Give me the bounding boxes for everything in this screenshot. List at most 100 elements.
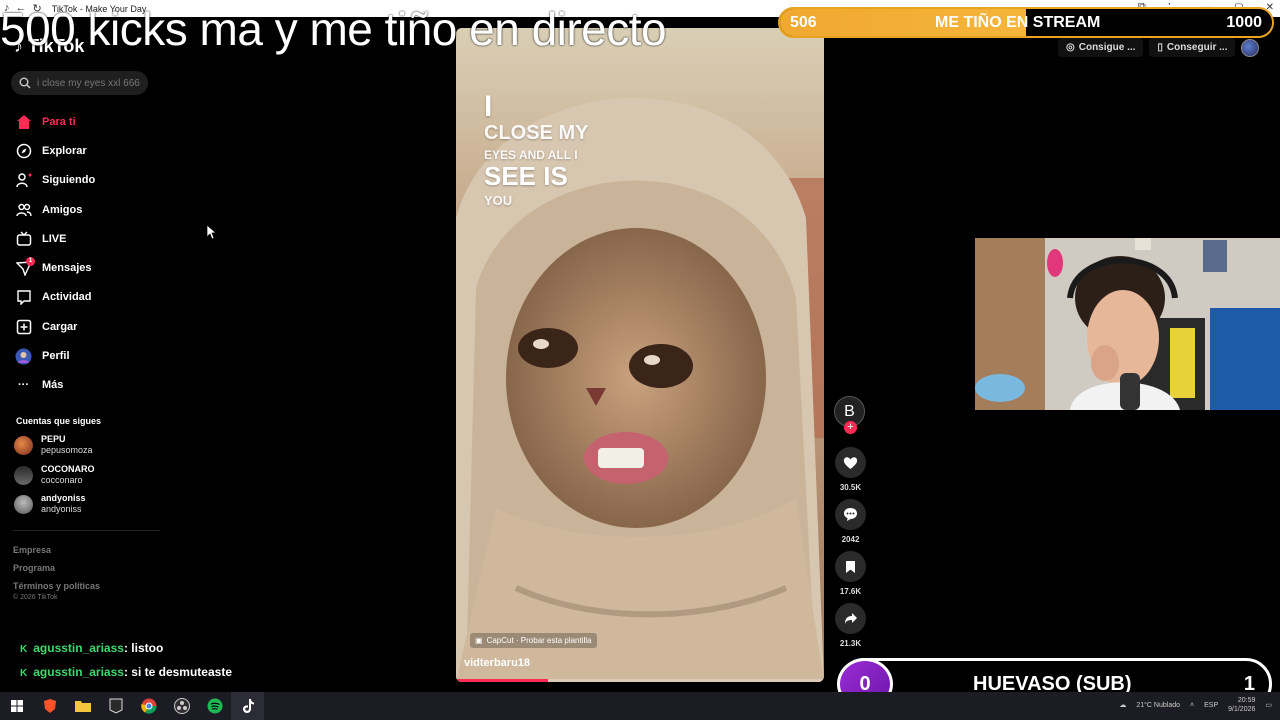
sidebar-item-label: Amigos [42,203,83,216]
chat-user: agusstin_ariass [33,665,124,679]
sidebar-item-label: Perfil [42,350,70,363]
get-coins-button[interactable]: ◎ Consigue ... [1058,38,1144,57]
chat-message: Kagusstin_ariass: listoo [20,637,232,661]
save-count: 17.6K [839,587,862,596]
windows-taskbar: ☁ 21°C Nublado ˄ ESP 20:59 9/1/2026 ▭ [0,692,1280,720]
account-avatar[interactable] [1241,38,1260,57]
live-icon [15,230,32,247]
footer-links: Empresa Programa Términos y políticas [13,541,100,595]
account-name: andyoniss [41,493,86,503]
phone-icon: ▯ [1157,42,1163,53]
goal-label: ME TIÑO EN STREAM [935,14,1101,31]
tray-chevron-icon[interactable]: ˄ [1190,702,1194,709]
creator-avatar[interactable]: B + [834,396,865,434]
like-count: 30.5K [839,483,862,492]
account-handle: andyoniss [41,504,82,514]
video-player[interactable]: I CLOSE MY EYES AND ALL I SEE IS YOU ▣ C… [456,28,824,682]
sidebar-item-mensajes[interactable]: 1 Mensajes [15,253,155,282]
heart-icon [843,456,858,469]
sidebar-item-label: Actividad [42,291,92,304]
account-name: PEPU [41,434,66,444]
search-input[interactable] [37,77,147,89]
sidebar-item-label: Para ti [42,115,76,128]
video-caption-line-5: YOU [484,193,513,208]
save-button[interactable] [835,551,866,582]
sidebar-item-label: Mensajes [42,262,92,275]
start-button[interactable] [0,692,33,720]
sidebar-item-label: Siguiendo [42,174,96,187]
language-indicator[interactable]: ESP [1204,702,1218,709]
like-button[interactable] [835,447,866,478]
following-icon [15,172,32,189]
following-title: Cuentas que sigues [16,416,102,426]
video-caption-line-1: I [484,90,493,123]
account-handle: pepusomoza [41,445,93,455]
taskbar-spotify[interactable] [198,692,231,720]
sidebar-item-mas[interactable]: ··· Más [15,371,155,400]
sidebar-item-actividad[interactable]: Actividad [15,283,155,312]
tiktok-icon [242,699,254,713]
account-name: COCONARO [41,464,95,474]
sidebar-item-cargar[interactable]: Cargar [15,312,155,341]
goal-current: 506 [790,14,817,31]
video-username[interactable]: vidterbaru18 [464,657,530,669]
capcut-template-link[interactable]: ▣ CapCut · Probar esta plantilla [470,633,597,648]
footer-link-empresa[interactable]: Empresa [13,541,100,559]
comment-button[interactable] [835,499,866,530]
avatar [14,465,33,485]
get-app-button[interactable]: ▯ Conseguir ... [1149,38,1236,57]
clock-time: 20:59 [1237,697,1256,704]
sidebar-item-perfil[interactable]: Perfil [15,341,155,370]
chrome-icon [140,698,157,714]
messages-badge: 1 [26,256,35,266]
clock[interactable]: 20:59 9/1/2026 [1228,696,1255,714]
epic-games-icon [109,698,122,714]
taskbar-epic[interactable] [99,692,132,720]
video-caption-line-2: CLOSE MY [484,122,589,144]
footer-link-programa[interactable]: Programa [13,559,100,577]
friends-icon [15,201,32,218]
coin-icon: ◎ [1066,42,1075,53]
goal-target: 1000 [1226,14,1262,31]
profile-avatar [15,348,32,365]
windows-icon [10,700,23,712]
capcut-icon: ▣ [475,636,483,645]
sidebar-item-explorar[interactable]: Explorar [15,136,155,165]
clock-date: 9/1/2026 [1228,706,1256,713]
sidebar-item-label: Más [42,379,64,392]
taskbar-obs[interactable] [165,692,198,720]
video-caption-line-4: SEE IS [484,161,568,191]
following-account-andyoniss[interactable]: andyoniss andyoniss [14,493,86,515]
sidebar-item-amigos[interactable]: Amigos [15,195,155,224]
chat-text: : si te desmuteaste [123,665,232,679]
messages-icon: 1 [15,256,35,277]
share-button[interactable] [835,603,866,634]
tiktok-top-actions: ◎ Consigue ... ▯ Conseguir ... [1058,38,1260,57]
sidebar-item-label: Cargar [42,320,78,333]
footer-link-terminos[interactable]: Términos y políticas [13,577,100,595]
video-progress[interactable] [456,679,824,682]
compass-icon [15,142,32,159]
taskbar-explorer[interactable] [66,692,99,720]
spotify-icon [207,698,222,714]
taskbar-brave[interactable] [33,692,66,720]
notifications-icon[interactable]: ▭ [1265,701,1272,709]
following-account-pepu[interactable]: PEPU pepusomoza [14,434,93,456]
following-account-coconaro[interactable]: COCONARO cocconaro [14,464,95,486]
sidebar-divider [12,530,160,531]
search-box[interactable] [11,71,148,95]
activity-icon [15,289,32,306]
video-caption-line-3: EYES AND ALL I [484,148,578,162]
sidebar-item-siguiendo[interactable]: Siguiendo [15,166,155,195]
taskbar-tiktok[interactable] [231,692,264,720]
follow-plus-icon[interactable]: + [844,421,857,434]
taskbar-chrome[interactable] [132,692,165,720]
search-icon [19,77,31,89]
sidebar-item-para-ti[interactable]: Para ti [15,107,155,136]
weather-text[interactable]: 21°C Nublado [1136,702,1180,709]
obs-icon [173,698,190,714]
kick-icon: K [20,668,28,679]
chat-message: Kagusstin_ariass: si te desmuteaste [20,661,232,685]
sidebar-item-live[interactable]: LIVE [15,224,155,253]
share-icon [844,613,857,624]
